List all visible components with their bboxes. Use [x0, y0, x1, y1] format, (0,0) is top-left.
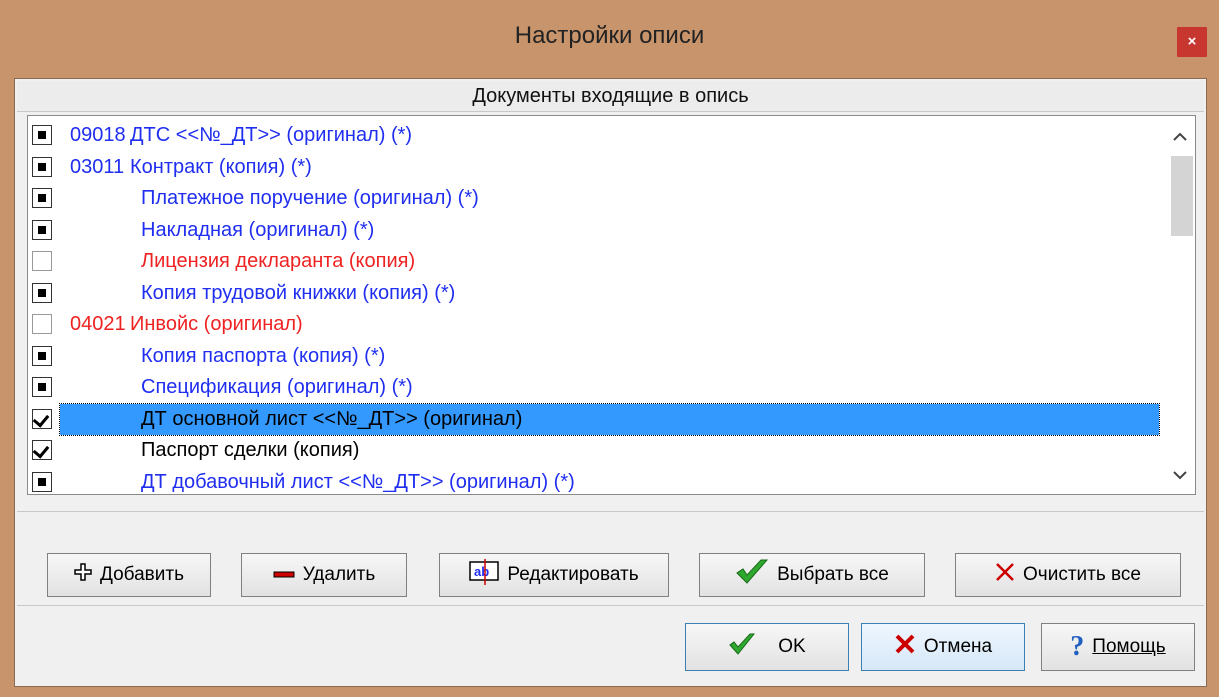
list-item-label: Копия паспорта (копия) (*) [141, 344, 386, 367]
list-item-checkbox[interactable] [32, 251, 52, 271]
help-button[interactable]: ? Помощь [1041, 623, 1195, 671]
list-item-checkbox[interactable] [32, 408, 52, 429]
list-item-code: 03011 [70, 155, 125, 178]
clear-all-button-label: Очистить все [1023, 564, 1141, 585]
list-item[interactable]: Паспорт сделки (копия) [32, 435, 1161, 466]
scroll-down-button[interactable] [1165, 460, 1195, 490]
list-item-code: 09018 [70, 124, 126, 146]
list-item-label: Копия трудовой книжки (копия) (*) [141, 281, 456, 304]
separator [17, 511, 1204, 512]
list-item-checkbox[interactable] [32, 345, 52, 366]
list-item[interactable]: 03011 Контракт (копия) (*) [32, 152, 1161, 183]
list-item-label: ДТ добавочный лист <<№_ДТ>> (оригинал) (… [141, 470, 575, 493]
chevron-up-icon [1173, 132, 1187, 141]
list-item-label: Лицензия декларанта (копия) [141, 250, 416, 272]
dialog-window: Настройки описи × Документы входящие в о… [0, 0, 1219, 697]
add-button-label: Добавить [100, 564, 184, 585]
cancel-button-label: Отмена [923, 636, 993, 657]
help-button-label: Помощь [1092, 636, 1166, 657]
edit-button-label: Редактировать [507, 564, 639, 585]
ok-button-label: OK [778, 636, 806, 657]
list-item[interactable]: Спецификация (оригинал) (*) [32, 372, 1161, 403]
checkmark-icon [728, 631, 756, 663]
select-all-button-label: Выбрать все [777, 564, 889, 585]
edit-button[interactable]: ab Редактировать [439, 553, 669, 597]
clear-all-button[interactable]: Очистить все [955, 553, 1181, 597]
list-item[interactable]: ДТ добавочный лист <<№_ДТ>> (оригинал) (… [32, 467, 1161, 495]
cross-icon [894, 633, 916, 661]
list-item-checkbox[interactable] [32, 125, 52, 145]
list-item-checkbox[interactable] [32, 282, 52, 303]
add-button[interactable]: Добавить [47, 553, 211, 597]
list-item-label: Спецификация (оригинал) (*) [141, 376, 413, 398]
delete-button[interactable]: Удалить [241, 553, 407, 597]
delete-button-label: Удалить [302, 564, 376, 585]
window-title: Настройки описи [514, 22, 705, 49]
vertical-scrollbar[interactable] [1165, 116, 1195, 494]
select-all-button[interactable]: Выбрать все [699, 553, 925, 597]
list-item[interactable]: Копия паспорта (копия) (*) [32, 341, 1161, 372]
minus-icon [273, 564, 295, 586]
separator [17, 605, 1204, 606]
text-edit-icon: ab [469, 559, 500, 591]
document-list[interactable]: 09018 ДТС <<№_ДТ>> (оригинал) (*) 03011 Кон… [27, 115, 1196, 495]
title-bar[interactable]: Настройки описи × [0, 0, 1219, 78]
list-item-label: Контракт (копия) (*) [130, 155, 312, 178]
list-item[interactable]: ДТ основной лист <<№_ДТ>> (оригинал) [32, 402, 1161, 436]
plus-icon [74, 563, 92, 587]
close-button[interactable]: × [1177, 27, 1207, 57]
svg-text:ab: ab [474, 564, 489, 579]
list-item[interactable]: Копия трудовой книжки (копия) (*) [32, 278, 1161, 309]
list-item[interactable]: Платежное поручение (оригинал) (*) [32, 183, 1161, 214]
list-header: Документы входящие в опись [17, 81, 1204, 112]
cross-icon [995, 562, 1015, 588]
list-item-checkbox[interactable] [32, 219, 52, 240]
list-item-checkbox[interactable] [32, 471, 52, 492]
list-item[interactable]: 09018 ДТС <<№_ДТ>> (оригинал) (*) [32, 120, 1161, 151]
list-item-label: ДТ основной лист <<№_ДТ>> (оригинал) [141, 407, 523, 430]
chevron-down-icon [1173, 471, 1187, 480]
list-item-checkbox[interactable] [32, 314, 52, 334]
ok-button[interactable]: OK [685, 623, 849, 671]
list-item-label: Инвойс (оригинал) [130, 313, 303, 335]
list-item-checkbox[interactable] [32, 440, 52, 460]
checkmark-icon [735, 557, 769, 593]
list-item-label: Платежное поручение (оригинал) (*) [141, 187, 479, 209]
list-item-checkbox[interactable] [32, 156, 52, 177]
list-item-label: Накладная (оригинал) (*) [141, 218, 375, 241]
dialog-body: Документы входящие в опись 09018 ДТС <<№_… [14, 78, 1207, 687]
cancel-button[interactable]: Отмена [861, 623, 1025, 671]
list-item[interactable]: Лицензия декларанта (копия) [32, 246, 1161, 277]
list-item-label: ДТС <<№_ДТ>> (оригинал) (*) [130, 124, 413, 146]
list-item-checkbox[interactable] [32, 377, 52, 397]
list-item-checkbox[interactable] [32, 188, 52, 208]
question-icon: ? [1070, 631, 1085, 662]
scroll-up-button[interactable] [1165, 122, 1195, 152]
list-item-label: Паспорт сделки (копия) [141, 439, 360, 461]
list-item-code: 04021 [70, 313, 126, 335]
list-item[interactable]: 04021 Инвойс (оригинал) [32, 309, 1161, 340]
scroll-thumb[interactable] [1171, 156, 1193, 236]
list-item[interactable]: Накладная (оригинал) (*) [32, 215, 1161, 246]
